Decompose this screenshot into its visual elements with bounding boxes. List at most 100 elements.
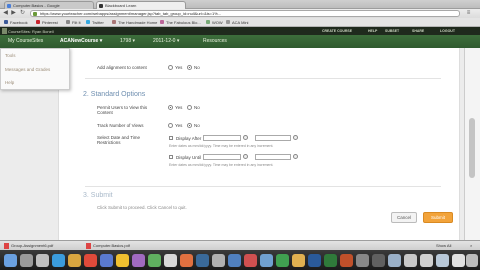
app-icon[interactable] [372,254,385,267]
share-link[interactable]: SHARE [412,29,424,33]
word-icon[interactable] [308,254,321,267]
app-icon[interactable] [196,254,209,267]
app-icon[interactable] [68,254,81,267]
section-divider [85,186,441,187]
show-all-downloads-link[interactable]: Show All [436,243,451,250]
section-title-text: Submit [90,192,113,199]
address-bar[interactable]: https://www.yourteacher.com/webapps/assi… [30,10,460,17]
dropdown-item[interactable]: Tools [5,53,16,58]
app-icon[interactable] [148,254,161,267]
nav-course[interactable]: ACANewCourse ▾ [60,38,102,44]
app-icon[interactable] [260,254,273,267]
app-icon[interactable] [388,254,401,267]
dropdown-item[interactable]: Messages and Grades [5,67,50,72]
bookmark-item[interactable]: The Handmade Home [112,20,157,25]
downloads-stack-icon[interactable] [452,254,465,267]
close-icon[interactable]: × [470,243,472,250]
form-card: Add alignment to content Yes No 2. Stand… [58,48,460,249]
app-icon[interactable] [164,254,177,267]
launchpad-icon[interactable] [20,254,33,267]
scrollbar-thumb[interactable] [469,118,475,178]
nav-resources[interactable]: Resources [203,38,227,44]
powerpoint-icon[interactable] [340,254,353,267]
logout-link[interactable]: LOGOUT [440,29,455,33]
help-link[interactable]: HELP [368,29,377,33]
date-hint: Enter dates as mm/dd/yyyy. Time may be e… [169,144,274,148]
app-icon[interactable] [84,254,97,267]
google-docs-icon [7,4,11,8]
safari-icon[interactable] [52,254,65,267]
chrome-icon[interactable] [116,254,129,267]
trash-icon[interactable] [466,254,478,267]
display-after-checkbox[interactable] [169,136,173,140]
section-number: 2. [83,91,89,98]
app-icon[interactable] [276,254,289,267]
back-icon[interactable]: ◀ [2,10,9,17]
calendar-icon[interactable] [243,135,248,140]
nav-my-coursesites[interactable]: My CourseSites [8,38,43,44]
display-after-time-input[interactable] [255,135,291,141]
bookmark-item[interactable]: Facebook [4,20,28,25]
radio-no[interactable] [187,105,192,110]
app-icon[interactable] [244,254,257,267]
display-after-date-input[interactable] [203,135,241,141]
bookmark-item[interactable]: ACA Mini [226,20,248,25]
app-icon[interactable] [228,254,241,267]
page-scrollbar[interactable] [464,48,480,249]
excel-icon[interactable] [324,254,337,267]
folder-icon[interactable] [420,254,433,267]
create-course-link[interactable]: CREATE COURSE [322,29,352,33]
browser-tab-active[interactable]: Blackboard Learn [96,1,186,9]
app-icon[interactable] [132,254,145,267]
bookmark-item[interactable]: Twitter [86,20,104,25]
bookmark-item[interactable]: Flit It [66,20,81,25]
radio-no[interactable] [187,65,192,70]
radio-label: No [194,123,200,128]
bookmark-item[interactable]: Pinterest [36,20,58,25]
radio-yes[interactable] [168,123,173,128]
date-restrictions-label: Select Date and Time Restrictions [97,135,141,145]
section-number: 3. [83,192,89,199]
subset-link[interactable]: SUBSET [385,29,399,33]
wrench-icon[interactable]: ≡ [465,10,472,17]
folder-icon[interactable] [436,254,449,267]
display-until-time-input[interactable] [255,154,291,160]
browser-tab[interactable]: Computer.Basics - Google [4,1,94,9]
submit-button[interactable]: Submit [423,212,453,223]
download-item[interactable]: Group-Assignment6.pdf [4,243,53,250]
section-title-text: Standard Options [90,91,146,98]
app-icon[interactable] [36,254,49,267]
cancel-button[interactable]: Cancel [391,212,417,223]
site-top-bar: CourseSites: Ryan Bonell CREATE COURSE H… [0,27,480,35]
app-icon[interactable] [212,254,225,267]
display-until-checkbox[interactable] [169,155,173,159]
radio-label: No [194,105,200,110]
calendar-icon[interactable] [243,154,248,159]
browser-tab-bar: Computer.Basics - Google Blackboard Lear… [0,0,480,9]
app-icon[interactable] [404,254,417,267]
bookmark-item[interactable]: WOW [206,20,223,25]
nav-date[interactable]: 2011-12-0 ▾ [153,38,179,44]
clock-icon[interactable] [293,154,298,159]
finder-icon[interactable] [4,254,17,267]
app-icon[interactable] [100,254,113,267]
radio-yes[interactable] [168,105,173,110]
radio-yes[interactable] [168,65,173,70]
app-icon[interactable] [356,254,369,267]
forward-icon[interactable]: ▶ [10,10,17,17]
download-item[interactable]: Computer.Basics.pdf [86,243,130,250]
nav-week[interactable]: 1798 ▾ [120,38,135,44]
bookmark-item[interactable]: The Fabulous Blo... [160,20,201,25]
app-icon[interactable] [180,254,193,267]
display-after-label: Display After [176,136,202,141]
radio-no[interactable] [187,123,192,128]
dropdown-item[interactable]: Help [5,80,14,85]
app-icon[interactable] [292,254,305,267]
display-until-date-input[interactable] [203,154,241,160]
clock-icon[interactable] [293,135,298,140]
bookmark-label: The Fabulous Blo... [166,20,201,25]
facebook-icon [4,20,8,24]
reload-icon[interactable]: ↻ [19,10,26,17]
radio-label: Yes [175,105,183,110]
bookmark-label: Facebook [10,20,28,25]
